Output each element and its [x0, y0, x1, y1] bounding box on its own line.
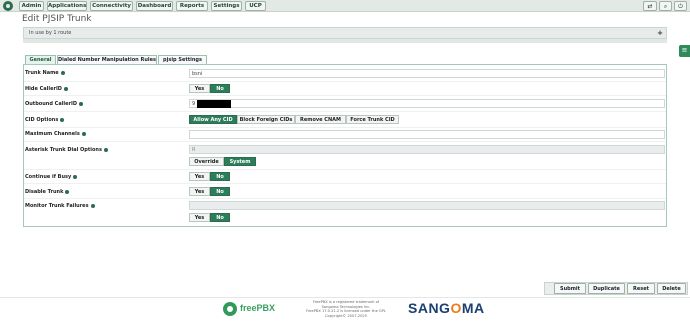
row-divider: [24, 169, 666, 170]
cid-allow-any[interactable]: Allow Any CID: [189, 115, 237, 124]
nav-reports[interactable]: Reports: [176, 1, 208, 11]
expand-icon[interactable]: +: [657, 28, 663, 38]
dial-options-override[interactable]: Override: [189, 157, 224, 166]
outbound-callerid-input[interactable]: 9: [189, 99, 665, 108]
help-icon[interactable]: [60, 70, 65, 75]
help-icon[interactable]: [63, 86, 68, 91]
help-icon[interactable]: [90, 203, 95, 208]
cid-block-foreign[interactable]: Block Foreign CIDs: [237, 115, 295, 124]
cid-force-trunk[interactable]: Force Trunk CID: [346, 115, 399, 124]
hide-callerid-no[interactable]: No: [210, 84, 230, 93]
nav-applications[interactable]: Applications: [47, 1, 87, 11]
reset-button[interactable]: Reset: [627, 283, 655, 294]
cid-options-label: CID Options: [25, 117, 65, 123]
row-divider: [24, 141, 666, 142]
outbound-callerid-label: Outbound CallerID: [25, 101, 83, 107]
row-divider: [24, 198, 666, 199]
delete-button[interactable]: Delete: [657, 283, 686, 294]
side-menu-toggle[interactable]: ≡: [679, 45, 690, 57]
help-icon[interactable]: [103, 147, 108, 152]
hide-callerid-label: Hide CallerID: [25, 86, 68, 92]
continue-if-busy-no[interactable]: No: [210, 172, 230, 181]
dial-options-label: Asterisk Trunk Dial Options: [25, 147, 108, 153]
dial-options-system[interactable]: System: [224, 157, 256, 166]
continue-if-busy-label: Continue if Busy: [25, 174, 78, 180]
nav-ucp[interactable]: UCP: [245, 1, 266, 11]
redacted-value: [197, 100, 231, 108]
monitor-failures-label: Monitor Trunk Failures: [25, 203, 95, 209]
help-icon[interactable]: [65, 189, 70, 194]
help-icon[interactable]: [79, 101, 83, 106]
duplicate-button[interactable]: Duplicate: [588, 283, 625, 294]
legal-text: FreePBX is a registered trademark of San…: [306, 300, 386, 318]
in-use-text: In use by 1 route: [29, 30, 72, 36]
max-channels-input[interactable]: [189, 130, 665, 139]
in-use-divider: [23, 39, 667, 43]
help-icon[interactable]: [60, 117, 65, 122]
logout-icon[interactable]: ⏻: [674, 1, 687, 11]
row-divider: [24, 95, 666, 96]
disable-trunk-label: Disable Trunk: [25, 189, 70, 195]
freepbx-home-icon[interactable]: [3, 1, 13, 11]
disable-trunk-no[interactable]: No: [210, 187, 230, 196]
hide-callerid-yes[interactable]: Yes: [189, 84, 210, 93]
language-icon[interactable]: ⇄: [643, 1, 657, 11]
page-title: Edit PJSIP Trunk: [22, 14, 92, 24]
submit-button[interactable]: Submit: [554, 283, 586, 294]
help-icon[interactable]: [73, 174, 78, 179]
monitor-failures-no[interactable]: No: [210, 213, 230, 222]
nav-connectivity[interactable]: Connectivity: [90, 1, 133, 11]
row-divider: [24, 127, 666, 128]
max-channels-label: Maximum Channels: [25, 131, 86, 137]
nav-settings[interactable]: Settings: [211, 1, 242, 11]
monitor-failures-input[interactable]: [189, 201, 665, 210]
row-divider: [24, 81, 666, 82]
dial-options-input[interactable]: R: [189, 145, 665, 154]
search-icon[interactable]: ⌕: [659, 1, 672, 11]
trunk-name-input[interactable]: bsni: [189, 69, 665, 78]
monitor-failures-yes[interactable]: Yes: [189, 213, 210, 222]
freepbx-logo-icon[interactable]: [223, 302, 237, 316]
freepbx-brand[interactable]: freePBX: [240, 303, 275, 313]
row-divider: [24, 183, 666, 184]
row-divider: [24, 111, 666, 112]
nav-dashboard[interactable]: Dashboard: [136, 1, 173, 11]
nav-admin[interactable]: Admin: [19, 1, 44, 11]
continue-if-busy-yes[interactable]: Yes: [189, 172, 210, 181]
sangoma-logo[interactable]: SANGOMA: [408, 300, 485, 316]
cid-remove-cnam[interactable]: Remove CNAM: [295, 115, 346, 124]
in-use-panel[interactable]: In use by 1 route +: [23, 27, 667, 39]
help-icon[interactable]: [81, 131, 86, 136]
trunk-name-label: Trunk Name: [25, 70, 65, 76]
disable-trunk-yes[interactable]: Yes: [189, 187, 210, 196]
